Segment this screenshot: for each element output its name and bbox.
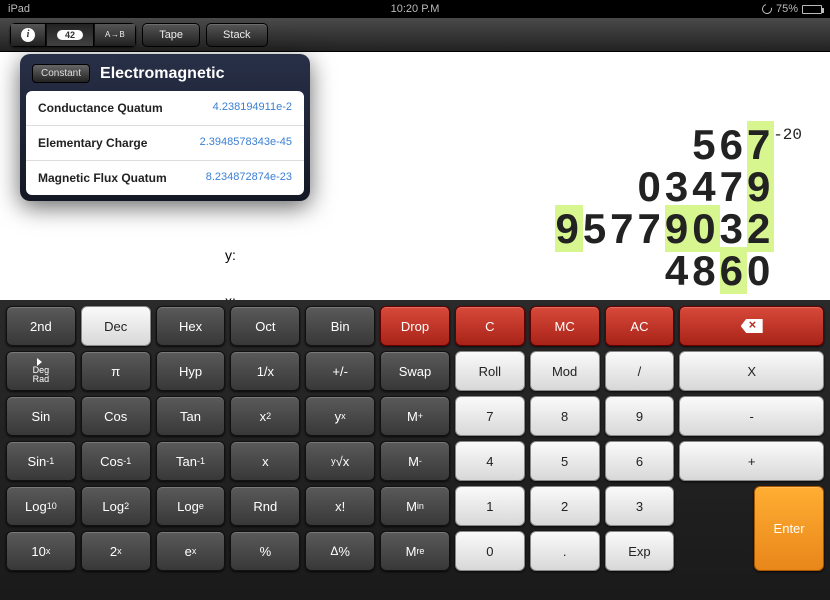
battery-icon [802, 5, 822, 14]
atan-key[interactable]: Tan-1 [156, 441, 226, 481]
nine-key[interactable]: 9 [605, 396, 675, 436]
oct-key[interactable]: Oct [230, 306, 300, 346]
mre-key[interactable]: Mre [380, 531, 450, 571]
constants-list: Conductance Quatum 4.238194911e-2 Elemen… [26, 91, 304, 195]
log2-key[interactable]: Log2 [81, 486, 151, 526]
battery-pct: 75% [776, 3, 798, 15]
minus-key[interactable]: - [679, 396, 824, 436]
clear-key[interactable]: C [455, 306, 525, 346]
tape-button[interactable]: Tape [142, 23, 200, 47]
convert-button[interactable]: A→B [94, 23, 136, 47]
device-label: iPad [8, 3, 30, 15]
constant-name: Conductance Quatum [38, 101, 163, 115]
constant-value: 2.3948578343e-45 [200, 136, 292, 150]
sync-icon [760, 2, 774, 16]
keypad: 2nd Dec Hex Oct Bin Drop C MC AC DegRad … [0, 300, 830, 600]
exp-key[interactable]: Exp [605, 531, 675, 571]
five-key[interactable]: 5 [530, 441, 600, 481]
xsq-key[interactable]: x2 [230, 396, 300, 436]
enter-key[interactable]: Enter [754, 486, 824, 571]
log10-key[interactable]: Log10 [6, 486, 76, 526]
stack-line-3: 567 [555, 124, 790, 166]
zero-key[interactable]: 0 [455, 531, 525, 571]
deg-rad-key[interactable]: DegRad [6, 351, 76, 391]
asin-key[interactable]: Sin-1 [6, 441, 76, 481]
constants-button[interactable]: 42 [46, 23, 94, 47]
info-icon: i [21, 28, 35, 42]
fact-key[interactable]: x! [305, 486, 375, 526]
seven-key[interactable]: 7 [455, 396, 525, 436]
two-key[interactable]: 2 [530, 486, 600, 526]
pct-key[interactable]: % [230, 531, 300, 571]
constant-value: 4.238194911e-2 [213, 101, 292, 115]
answer-icon: 42 [57, 30, 83, 40]
ios-status-bar: iPad 10:20 P.M 75% [0, 0, 830, 18]
constant-row[interactable]: Elementary Charge 2.3948578343e-45 [26, 126, 304, 161]
three-key[interactable]: 3 [605, 486, 675, 526]
clock: 10:20 P.M [391, 3, 440, 15]
roll-key[interactable]: Roll [455, 351, 525, 391]
backspace-icon [741, 319, 763, 333]
plus-key[interactable]: + [679, 441, 824, 481]
tan-key[interactable]: Tan [156, 396, 226, 436]
stack-line-x: 4860 [555, 250, 790, 292]
mul-key[interactable]: X [679, 351, 824, 391]
swap-key[interactable]: Swap [380, 351, 450, 391]
ex-key[interactable]: ex [156, 531, 226, 571]
hex-key[interactable]: Hex [156, 306, 226, 346]
tenx-key[interactable]: 10x [6, 531, 76, 571]
recip-key[interactable]: 1/x [230, 351, 300, 391]
constant-name: Elementary Charge [38, 136, 147, 150]
y-label: y: [225, 232, 236, 278]
lcd-stack: 567 03479 95779032 4860 [555, 124, 790, 292]
div-key[interactable]: / [605, 351, 675, 391]
app-toolbar: i 42 A→B Tape Stack [0, 18, 830, 52]
memclear-key[interactable]: MC [530, 306, 600, 346]
stack-button[interactable]: Stack [206, 23, 268, 47]
mminus-key[interactable]: M- [380, 441, 450, 481]
drop-key[interactable]: Drop [380, 306, 450, 346]
mplus-key[interactable]: M+ [380, 396, 450, 436]
pi-key[interactable]: π [81, 351, 151, 391]
ypowx-key[interactable]: yx [305, 396, 375, 436]
constant-badge: Constant [32, 64, 90, 83]
stack-line-y: 95779032 [555, 208, 790, 250]
x-key[interactable]: x [230, 441, 300, 481]
allclear-key[interactable]: AC [605, 306, 675, 346]
constant-name: Magnetic Flux Quatum [38, 171, 167, 185]
delta-pct-key[interactable]: Δ % [305, 531, 375, 571]
stack-line-2: 03479 [555, 166, 790, 208]
dec-key[interactable]: Dec [81, 306, 151, 346]
hyp-key[interactable]: Hyp [156, 351, 226, 391]
constant-row[interactable]: Magnetic Flux Quatum 8.234872874e-23 [26, 161, 304, 195]
four-key[interactable]: 4 [455, 441, 525, 481]
twox-key[interactable]: 2x [81, 531, 151, 571]
acos-key[interactable]: Cos-1 [81, 441, 151, 481]
mode-segment: i 42 A→B [10, 23, 136, 47]
min-key[interactable]: Min [380, 486, 450, 526]
dot-key[interactable]: . [530, 531, 600, 571]
mod-key[interactable]: Mod [530, 351, 600, 391]
info-button[interactable]: i [10, 23, 46, 47]
six-key[interactable]: 6 [605, 441, 675, 481]
neg-key[interactable]: +/- [305, 351, 375, 391]
ln-key[interactable]: Loge [156, 486, 226, 526]
yrootx-key[interactable]: y√x [305, 441, 375, 481]
rnd-key[interactable]: Rnd [230, 486, 300, 526]
ab-icon: A→B [105, 30, 125, 39]
popover-title: Electromagnetic [100, 65, 224, 83]
constant-row[interactable]: Conductance Quatum 4.238194911e-2 [26, 91, 304, 126]
one-key[interactable]: 1 [455, 486, 525, 526]
constants-popover: Constant Electromagnetic Conductance Qua… [20, 54, 310, 201]
backspace-key[interactable] [679, 306, 824, 346]
second-key[interactable]: 2nd [6, 306, 76, 346]
constant-value: 8.234872874e-23 [206, 171, 292, 185]
sin-key[interactable]: Sin [6, 396, 76, 436]
bin-key[interactable]: Bin [305, 306, 375, 346]
eight-key[interactable]: 8 [530, 396, 600, 436]
cos-key[interactable]: Cos [81, 396, 151, 436]
